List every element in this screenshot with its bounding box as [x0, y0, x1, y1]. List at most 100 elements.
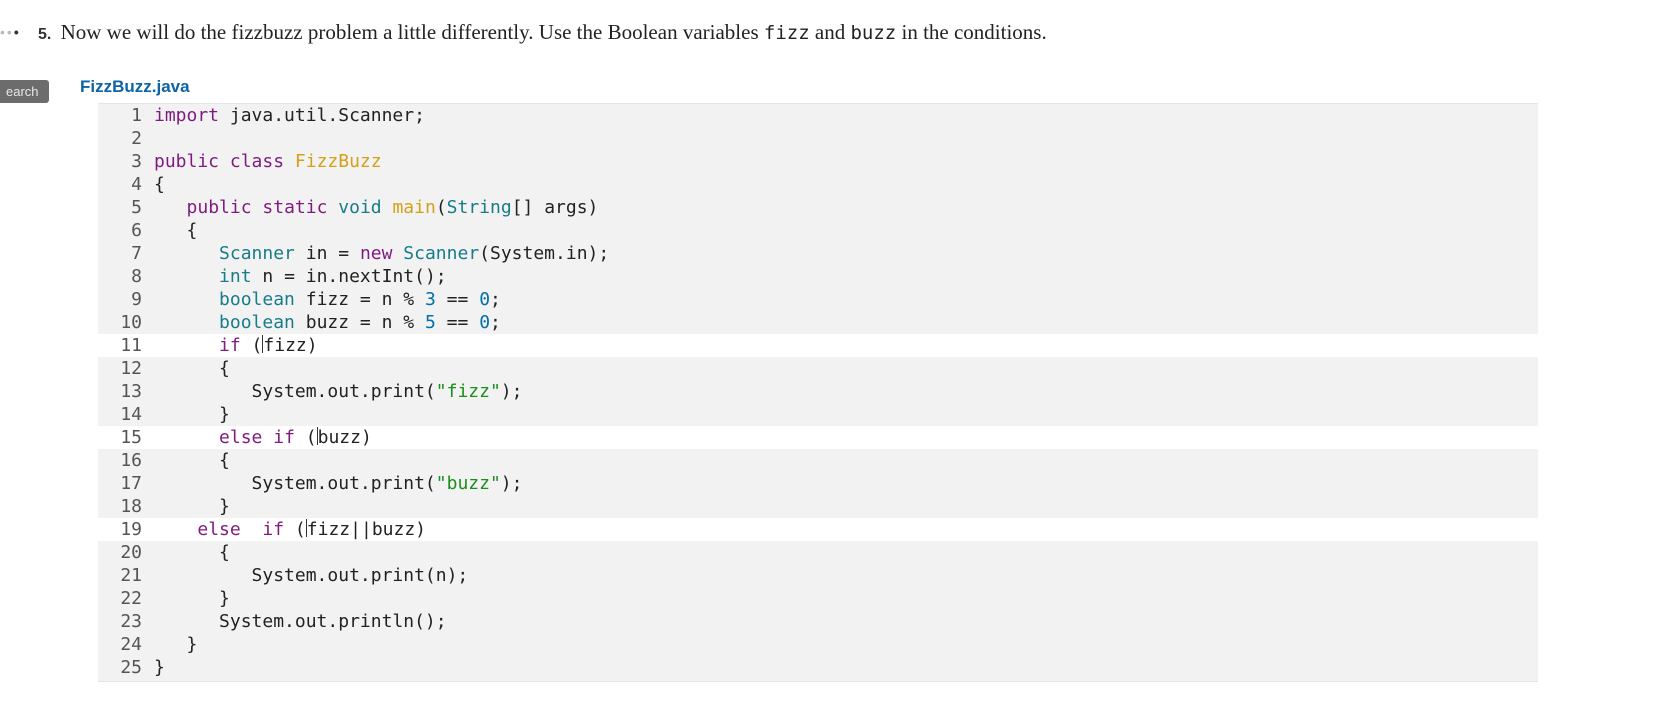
code-content[interactable]: Scanner in = new Scanner(System.in);: [154, 242, 609, 265]
code-content[interactable]: if (fizz): [154, 334, 318, 357]
code-content[interactable]: {: [154, 541, 230, 564]
token-pun: [349, 243, 360, 264]
code-line[interactable]: 23 System.out.println();: [98, 610, 1538, 633]
token-pun: [382, 197, 393, 218]
token-kw: public: [187, 197, 252, 218]
code-line[interactable]: 9 boolean fizz = n % 3 == 0;: [98, 288, 1538, 311]
token-pun: System.out.print(: [154, 473, 436, 494]
token-pun: [436, 312, 447, 333]
token-str: "fizz": [436, 381, 501, 402]
token-pun: [468, 312, 479, 333]
code-line[interactable]: 12 {: [98, 357, 1538, 380]
code-line[interactable]: 17 System.out.print("buzz");: [98, 472, 1538, 495]
code-line[interactable]: 2: [98, 127, 1538, 150]
line-number: 8: [98, 265, 154, 288]
token-pun: [284, 151, 295, 172]
code-line[interactable]: 6 {: [98, 219, 1538, 242]
code-content[interactable]: }: [154, 633, 197, 656]
code-content[interactable]: public class FizzBuzz: [154, 150, 382, 173]
token-kw: static: [262, 197, 327, 218]
code-content[interactable]: boolean buzz = n % 5 == 0;: [154, 311, 501, 334]
code-line[interactable]: 16 {: [98, 449, 1538, 472]
filename-label[interactable]: FizzBuzz.java: [80, 77, 190, 96]
code-content[interactable]: {: [154, 357, 230, 380]
token-pun: n: [371, 312, 404, 333]
code-content[interactable]: {: [154, 449, 230, 472]
code-line[interactable]: 19 else if (fizz||buzz): [98, 518, 1538, 541]
code-line[interactable]: 8 int n = in.nextInt();: [98, 265, 1538, 288]
token-pun: );: [501, 381, 523, 402]
code-content[interactable]: }: [154, 495, 230, 518]
token-pun: [154, 266, 219, 287]
token-pun: {: [154, 542, 230, 563]
line-number: 14: [98, 403, 154, 426]
search-tab[interactable]: earch: [0, 80, 49, 103]
line-number: 24: [98, 633, 154, 656]
code-line[interactable]: 7 Scanner in = new Scanner(System.in);: [98, 242, 1538, 265]
code-content[interactable]: boolean fizz = n % 3 == 0;: [154, 288, 501, 311]
code-line[interactable]: 24 }: [98, 633, 1538, 656]
code-line[interactable]: 1import java.util.Scanner;: [98, 104, 1538, 127]
code-content[interactable]: System.out.print("buzz");: [154, 472, 522, 495]
code-content[interactable]: {: [154, 219, 197, 242]
code-line[interactable]: 20 {: [98, 541, 1538, 564]
code-line[interactable]: 14 }: [98, 403, 1538, 426]
code-content[interactable]: else if (fizz||buzz): [154, 518, 426, 541]
code-content[interactable]: System.out.print(n);: [154, 564, 468, 587]
code-line[interactable]: 25}: [98, 656, 1538, 679]
token-typ: int: [219, 266, 252, 287]
code-content[interactable]: }: [154, 403, 230, 426]
token-op: =: [338, 243, 349, 264]
code-content[interactable]: public static void main(String[] args): [154, 196, 598, 219]
token-kw: if: [219, 335, 241, 356]
code-content[interactable]: import java.util.Scanner;: [154, 104, 425, 127]
code-editor[interactable]: 1import java.util.Scanner;23public class…: [98, 103, 1538, 682]
token-op: =: [284, 266, 295, 287]
code-line[interactable]: 3public class FizzBuzz: [98, 150, 1538, 173]
code-line[interactable]: 15 else if (buzz): [98, 426, 1538, 449]
search-tab-label: earch: [6, 84, 39, 99]
token-pun: ;: [490, 289, 501, 310]
line-number: 16: [98, 449, 154, 472]
token-pun: [154, 289, 219, 310]
token-pun: [154, 519, 197, 540]
code-content[interactable]: }: [154, 587, 230, 610]
line-number: 21: [98, 564, 154, 587]
code-line[interactable]: 10 boolean buzz = n % 5 == 0;: [98, 311, 1538, 334]
token-pun: fizz: [295, 289, 360, 310]
token-pun: [241, 519, 263, 540]
token-pun: System.out.println();: [154, 611, 447, 632]
token-typ: Scanner: [403, 243, 479, 264]
token-pun: in.nextInt();: [295, 266, 447, 287]
code-content[interactable]: else if (buzz): [154, 426, 372, 449]
token-typ: String: [447, 197, 512, 218]
code-content[interactable]: }: [154, 656, 165, 679]
token-pun: [154, 197, 187, 218]
problem-number: 5.: [38, 26, 51, 43]
token-num: 0: [479, 289, 490, 310]
token-pun: }: [154, 496, 230, 517]
code-line[interactable]: 22 }: [98, 587, 1538, 610]
code-content[interactable]: {: [154, 173, 165, 196]
token-kw: import: [154, 105, 219, 126]
token-pun: [327, 197, 338, 218]
token-pun: ;: [490, 312, 501, 333]
token-typ: void: [338, 197, 381, 218]
line-number: 11: [98, 334, 154, 357]
token-pun: [219, 151, 230, 172]
code-content[interactable]: System.out.println();: [154, 610, 447, 633]
code-content[interactable]: int n = in.nextInt();: [154, 265, 447, 288]
token-pun: [154, 243, 219, 264]
token-pun: [414, 312, 425, 333]
token-op: ==: [447, 289, 469, 310]
code-line[interactable]: 18 }: [98, 495, 1538, 518]
token-pun: buzz): [372, 519, 426, 540]
code-line[interactable]: 5 public static void main(String[] args): [98, 196, 1538, 219]
token-pun: );: [501, 473, 523, 494]
code-line[interactable]: 13 System.out.print("fizz");: [98, 380, 1538, 403]
code-line[interactable]: 21 System.out.print(n);: [98, 564, 1538, 587]
code-line[interactable]: 4{: [98, 173, 1538, 196]
token-pun: fizz: [307, 519, 350, 540]
code-line[interactable]: 11 if (fizz): [98, 334, 1538, 357]
code-content[interactable]: System.out.print("fizz");: [154, 380, 522, 403]
